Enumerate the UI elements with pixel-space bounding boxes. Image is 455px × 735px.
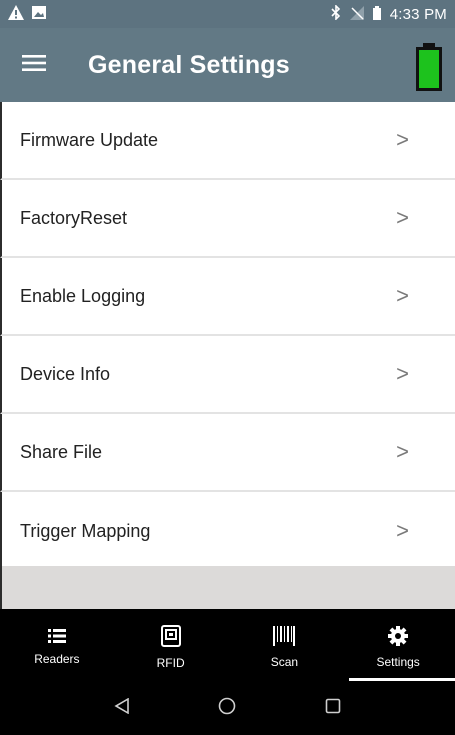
rfid-icon	[160, 624, 181, 652]
gear-icon	[388, 625, 409, 651]
chevron-right-icon: >	[396, 439, 409, 464]
chevron-right-icon: >	[396, 518, 409, 543]
settings-item-share-file[interactable]: Share File >	[0, 414, 455, 492]
image-icon	[32, 6, 46, 22]
back-icon[interactable]	[114, 697, 130, 719]
chevron-right-icon: >	[396, 127, 409, 152]
barcode-icon	[273, 625, 296, 651]
settings-item-firmware-update[interactable]: Firmware Update >	[0, 102, 455, 180]
battery-status-icon	[372, 5, 381, 23]
status-left-icons	[8, 5, 46, 23]
status-right-icons: 4:33 PM	[331, 4, 447, 23]
tab-label: Readers	[34, 651, 80, 666]
battery-body	[416, 47, 442, 91]
settings-item-label: Firmware Update	[20, 129, 159, 150]
settings-item-label: Enable Logging	[20, 285, 146, 306]
empty-list-area	[0, 566, 455, 609]
bottom-nav: Readers RFID Scan Settings	[0, 609, 455, 681]
tab-label: Settings	[376, 654, 420, 669]
chevron-right-icon: >	[396, 283, 409, 308]
list-icon	[47, 628, 66, 648]
settings-item-enable-logging[interactable]: Enable Logging >	[0, 258, 455, 336]
status-bar: 4:33 PM	[0, 0, 455, 28]
hamburger-menu-icon	[22, 54, 46, 77]
tab-label: RFID	[156, 655, 185, 670]
system-nav-bar	[0, 681, 455, 735]
status-time: 4:33 PM	[389, 5, 447, 23]
settings-item-label: FactoryReset	[20, 207, 128, 228]
tab-label: Scan	[270, 654, 299, 669]
tab-settings[interactable]: Settings	[341, 609, 455, 681]
settings-item-device-info[interactable]: Device Info >	[0, 336, 455, 414]
reader-battery-icon	[415, 43, 443, 91]
tab-readers[interactable]: Readers	[0, 609, 114, 681]
settings-item-trigger-mapping[interactable]: Trigger Mapping >	[0, 492, 455, 570]
settings-list: Firmware Update > FactoryReset > Enable …	[0, 102, 455, 570]
recents-icon[interactable]	[325, 698, 341, 719]
home-icon[interactable]	[218, 697, 236, 720]
bluetooth-icon	[331, 4, 341, 23]
chevron-right-icon: >	[396, 205, 409, 230]
settings-item-label: Device Info	[20, 363, 111, 384]
settings-item-label: Share File	[20, 441, 103, 462]
page-title: General Settings	[88, 50, 290, 79]
settings-item-label: Trigger Mapping	[20, 520, 151, 541]
no-signal-icon	[349, 5, 364, 23]
settings-item-factory-reset[interactable]: FactoryReset >	[0, 180, 455, 258]
tab-rfid[interactable]: RFID	[114, 609, 228, 681]
menu-button[interactable]	[4, 28, 64, 102]
warning-icon	[8, 5, 24, 23]
battery-fill	[419, 50, 439, 88]
tab-scan[interactable]: Scan	[228, 609, 342, 681]
chevron-right-icon: >	[396, 361, 409, 386]
app-bar: General Settings	[0, 28, 455, 102]
